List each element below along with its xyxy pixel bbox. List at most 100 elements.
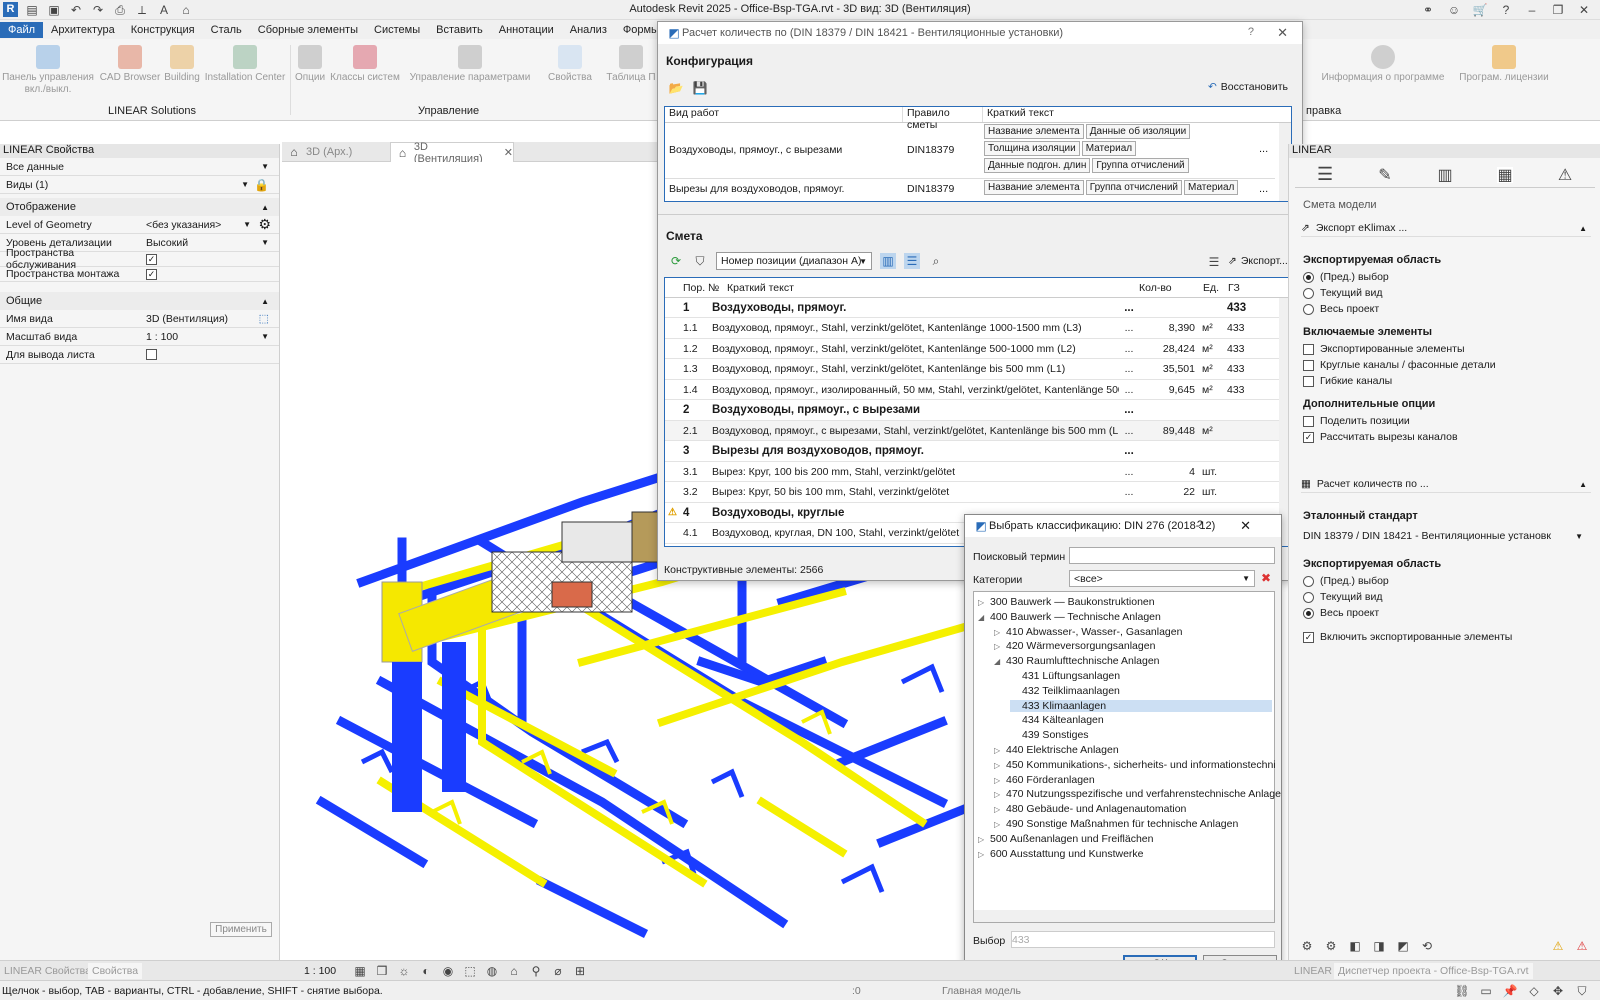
tree-node[interactable]: ▷ 600 Ausstattung und Kunstwerke [978, 848, 1144, 860]
category-select[interactable]: <все> ▼ [1069, 570, 1255, 587]
apply-button[interactable]: Применить [210, 922, 272, 937]
checkbox[interactable]: ✓ [1303, 631, 1314, 643]
expand-icon[interactable]: ▷ [978, 598, 990, 607]
close-icon[interactable]: ✕ [1576, 2, 1592, 18]
property-row[interactable]: Имя вида 3D (Вентиляция) ⬚ [0, 310, 279, 328]
tree-node[interactable]: ▷ 480 Gebäude- und Anlagenautomation [994, 803, 1186, 815]
view-scale[interactable]: 1 : 100 [304, 965, 336, 977]
expand-icon[interactable]: ▷ [994, 642, 1006, 651]
chip[interactable]: Группа отчислений [1085, 180, 1183, 195]
filter-icon[interactable]: ⛉ [692, 253, 708, 269]
tool-icon[interactable]: ⚙ [1323, 938, 1339, 954]
property-row[interactable]: Масштаб вида 1 : 100 ▼ [0, 328, 279, 346]
user-icon[interactable]: ☺ [1446, 2, 1462, 18]
cart-icon[interactable]: 🛒 [1472, 2, 1488, 18]
menu-architecture[interactable]: Архитектура [43, 22, 123, 38]
menu-analyze[interactable]: Анализ [562, 22, 615, 38]
ribbon-license-button[interactable]: Програм. лицензии [1452, 45, 1556, 84]
estimate-row[interactable]: 1.3 Воздуховод, прямоуг., Stahl, verzinkt… [665, 360, 1279, 380]
calculator-icon[interactable]: ▦ [1497, 166, 1513, 184]
sheet-output-checkbox[interactable] [146, 349, 157, 360]
radio[interactable] [1303, 607, 1314, 619]
tab-linear[interactable]: LINEAR [1294, 965, 1332, 977]
expand-icon[interactable]: ▷ [994, 805, 1006, 814]
ribbon-control-panel-button[interactable]: Панель управления вкл./выкл. [2, 45, 94, 96]
checkbox-option[interactable]: Гибкие каналы [1303, 374, 1600, 388]
ribbon-options-button[interactable]: Опции [292, 45, 328, 84]
row-more-button[interactable]: ... [1119, 384, 1139, 396]
section-general[interactable]: Общие ▲ [0, 292, 279, 310]
columns-icon[interactable]: ▥ [1437, 167, 1453, 184]
drag-icon[interactable]: ✥ [1550, 983, 1566, 999]
tab-properties[interactable]: Свойства [88, 963, 143, 979]
columns-icon[interactable]: ☰ [1206, 254, 1222, 270]
tree-node[interactable]: ▷ 470 Nutzungsspezifische und verfahrenst… [994, 788, 1281, 800]
radio[interactable] [1303, 575, 1314, 587]
tree-node[interactable]: ▷ 420 Wärmeversorgungsanlagen [994, 640, 1155, 652]
row-more-button[interactable]: ... [1119, 302, 1139, 314]
edit-icon[interactable]: ✎ [1377, 167, 1393, 184]
shadow-icon[interactable]: ◐ [418, 963, 434, 979]
service-space-checkbox[interactable]: ✓ [146, 253, 157, 265]
menu-icon[interactable]: ☰ [1317, 164, 1333, 184]
estimate-row[interactable]: 3 Вырезы для воздуховодов, прямоуг.... [665, 442, 1279, 462]
checkbox-option[interactable]: Экспортированные элементы [1303, 342, 1600, 356]
ribbon-installation-center-button[interactable]: Installation Center [204, 45, 286, 84]
save-icon[interactable]: 💾 [692, 80, 708, 96]
tree-node[interactable]: ◢ 430 Raumlufttechnische Anlagen [994, 655, 1160, 667]
tree-node[interactable]: 439 Sonstiges [1010, 729, 1089, 741]
analysis-icon[interactable]: ⊞ [572, 963, 588, 979]
radio[interactable] [1303, 287, 1314, 299]
select-pinned-icon[interactable]: 📌 [1502, 983, 1518, 999]
row-more-button[interactable]: ... [1119, 322, 1139, 334]
views-select[interactable]: Виды (1) ▼ 🔒 [0, 176, 279, 194]
folder-open-icon[interactable]: 📂 [668, 80, 684, 96]
standard-select[interactable]: DIN 18379 / DIN 18421 - Вентиляционные у… [1303, 528, 1583, 544]
radio-option[interactable]: Весь проект [1303, 606, 1600, 620]
row-more-button[interactable]: ... [1119, 486, 1139, 498]
menu-insert[interactable]: Вставить [428, 22, 491, 38]
chip[interactable]: Материал [1184, 180, 1239, 195]
section-display[interactable]: Отображение ▲ [0, 198, 279, 216]
select-face-icon[interactable]: ◇ [1526, 983, 1542, 999]
radio-option[interactable]: (Пред.) выбор [1303, 574, 1600, 588]
row-gz[interactable]: 433 [1224, 384, 1264, 396]
tree-node[interactable]: ▷ 490 Sonstige Maßnahmen für technische A… [994, 818, 1238, 830]
expand-icon[interactable]: ▷ [994, 761, 1006, 770]
estimate-row[interactable]: 3.1 Вырез: Круг, 100 bis 200 mm, Stahl, v… [665, 462, 1279, 482]
lock-view-icon[interactable]: ⌂ [506, 963, 522, 979]
search-input[interactable] [1069, 547, 1275, 564]
expand-icon[interactable]: ▷ [978, 850, 990, 859]
isolate-icon[interactable]: ⚲ [528, 963, 544, 979]
hide-icon[interactable]: ◍ [484, 963, 500, 979]
render-icon[interactable]: ◉ [440, 963, 456, 979]
ribbon-manage-parameters-button[interactable]: Управление параметрами [408, 45, 532, 84]
expand-icon[interactable]: ▷ [994, 776, 1006, 785]
checkbox[interactable] [1303, 375, 1314, 387]
model-select[interactable]: Главная модель [942, 985, 1021, 997]
menu-steel[interactable]: Сталь [203, 22, 250, 38]
tree-node[interactable]: ▷ 500 Außenanlagen und Freiflächen [978, 833, 1153, 845]
scrollbar[interactable] [974, 910, 1274, 922]
radio[interactable] [1303, 303, 1314, 315]
checkbox[interactable] [1303, 343, 1314, 355]
warning-icon[interactable]: ⚠ [1550, 938, 1566, 954]
tool-icon[interactable]: ◧ [1347, 938, 1363, 954]
warning-icon[interactable]: ⚠ [1557, 167, 1573, 184]
view-mode-icon[interactable]: ▥ [880, 253, 896, 269]
ribbon-system-classes-button[interactable]: Классы систем [330, 45, 400, 84]
help-icon[interactable]: ? [1197, 519, 1203, 531]
expand-icon[interactable]: ▷ [994, 628, 1006, 637]
expand-icon[interactable]: ▷ [994, 820, 1006, 829]
radio-option[interactable]: (Пред.) выбор [1303, 270, 1600, 284]
tree-node[interactable]: ▷ 450 Kommunikations-, sicherheits- und i… [994, 759, 1276, 771]
binoculars-icon[interactable]: ⚭ [1420, 2, 1436, 18]
tool-icon[interactable]: ⚙ [1299, 938, 1315, 954]
refresh-icon[interactable]: ⟳ [668, 253, 684, 269]
tab-linear-properties[interactable]: LINEAR Свойства [4, 965, 91, 977]
minimize-icon[interactable]: – [1524, 2, 1540, 18]
chip[interactable]: Название элемента [984, 180, 1084, 195]
chip[interactable]: Данные об изоляции [1085, 124, 1191, 139]
search-icon[interactable]: ⌕ [928, 253, 944, 269]
row-gz[interactable]: 433 [1224, 302, 1264, 314]
